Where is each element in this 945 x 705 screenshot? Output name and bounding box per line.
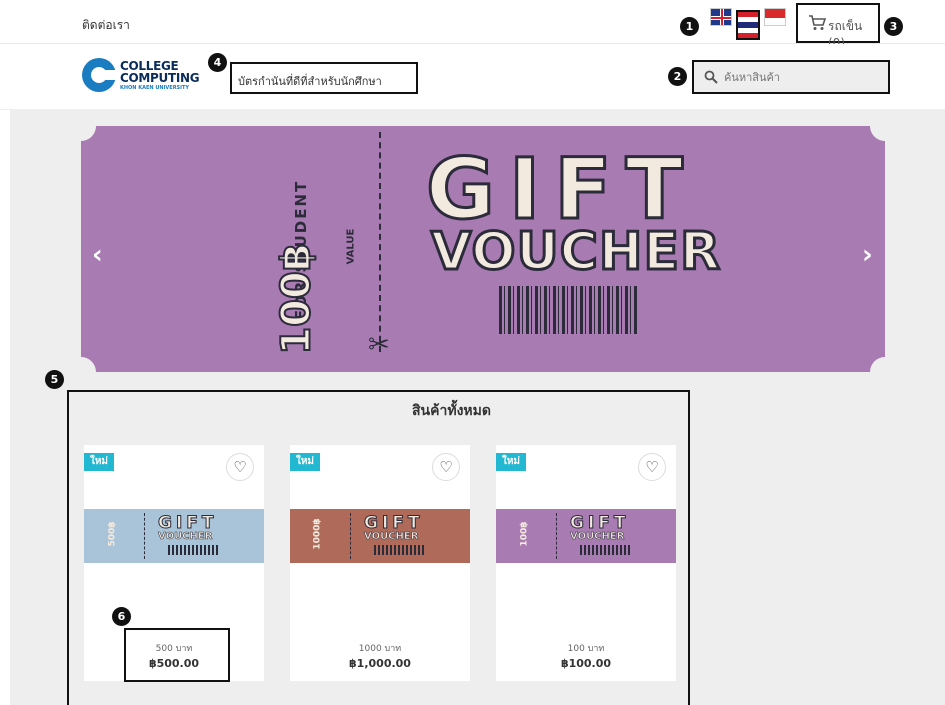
product-image-voucher: VOUCHER xyxy=(364,531,419,543)
annotation-badge-1: 1 xyxy=(680,17,699,36)
scissors-icon: ✂ xyxy=(368,330,390,360)
product-image-amount: 100฿ xyxy=(519,521,530,547)
heart-icon[interactable]: ♡ xyxy=(226,453,254,481)
product-image[interactable]: 1000฿ GIFT VOUCHER xyxy=(290,509,470,563)
product-image[interactable]: 500฿ GIFT VOUCHER xyxy=(84,509,264,563)
perforation-line xyxy=(379,132,381,352)
college-logo[interactable]: COLLEGE COMPUTING KHON KAEN UNIVERSITY xyxy=(82,58,202,94)
cart-button[interactable]: รถเข็น (0) xyxy=(796,3,880,50)
annotation-badge-3: 3 xyxy=(884,17,903,36)
logo-text-line3: KHON KAEN UNIVERSITY xyxy=(120,85,190,91)
uk-flag-icon[interactable] xyxy=(710,8,732,26)
search-input[interactable] xyxy=(724,68,874,86)
search-icon xyxy=(704,70,718,84)
annotation-badge-5: 5 xyxy=(45,370,64,389)
cart-icon xyxy=(809,15,826,30)
product-image-amount: 500฿ xyxy=(107,521,118,547)
new-badge: ใหม่ xyxy=(84,453,114,471)
header: COLLEGE COMPUTING KHON KAEN UNIVERSITY บ… xyxy=(0,44,945,110)
product-image-amount: 1000฿ xyxy=(312,518,323,550)
product-image-gift: GIFT xyxy=(570,513,630,534)
product-name: 1000 บาท xyxy=(358,644,402,654)
contact-link[interactable]: ติดต่อเรา xyxy=(82,16,130,35)
section-title: สินค้าทั้งหมด xyxy=(412,403,491,419)
indonesia-flag-icon[interactable] xyxy=(764,8,786,26)
new-badge: ใหม่ xyxy=(496,453,526,471)
banner-amount: 100฿ xyxy=(273,242,321,355)
product-name: 100 บาท xyxy=(567,644,605,654)
new-badge: ใหม่ xyxy=(290,453,320,471)
heart-icon[interactable]: ♡ xyxy=(432,453,460,481)
annotation-badge-4: 4 xyxy=(208,53,227,72)
site-tagline: บัตรกำนันที่ดีที่สำหรับนักศึกษา xyxy=(238,75,382,88)
product-image-voucher: VOUCHER xyxy=(570,531,625,543)
logo-text-line2: COMPUTING xyxy=(120,71,200,85)
product-image[interactable]: 100฿ GIFT VOUCHER xyxy=(496,509,676,563)
logo-mark-icon xyxy=(82,58,116,92)
hero-banner[interactable]: FOR STUDENT 100฿ VALUE ✂ GIFT VOUCHER xyxy=(81,126,885,372)
banner-voucher-text: VOUCHER xyxy=(429,221,722,284)
product-image-gift: GIFT xyxy=(158,513,218,534)
top-bar: ติดต่อเรา รถเข็น (0) xyxy=(0,0,945,50)
annotation-badge-6: 6 xyxy=(112,607,131,626)
search-bar[interactable] xyxy=(692,60,890,94)
annotation-badge-2: 2 xyxy=(668,67,687,86)
price-annotation-box xyxy=(124,628,230,682)
product-image-voucher: VOUCHER xyxy=(158,531,213,543)
carousel-next-icon[interactable]: › xyxy=(862,240,873,270)
product-price: ฿1,000.00 xyxy=(349,657,411,670)
barcode-icon xyxy=(499,286,639,334)
product-card[interactable]: ใหม่ ♡ 100฿ GIFT VOUCHER 100 บาท ฿100.00 xyxy=(496,445,676,681)
product-card[interactable]: ใหม่ ♡ 1000฿ GIFT VOUCHER 1000 บาท ฿1,00… xyxy=(290,445,470,681)
thai-flag-icon[interactable] xyxy=(736,10,760,40)
product-image-gift: GIFT xyxy=(364,513,424,534)
product-price: ฿100.00 xyxy=(560,657,612,670)
heart-icon[interactable]: ♡ xyxy=(638,453,666,481)
tagline-annotation-box: บัตรกำนันที่ดีที่สำหรับนักศึกษา xyxy=(230,62,418,94)
banner-value-label: VALUE xyxy=(345,228,357,265)
carousel-prev-icon[interactable]: ‹ xyxy=(92,240,103,270)
